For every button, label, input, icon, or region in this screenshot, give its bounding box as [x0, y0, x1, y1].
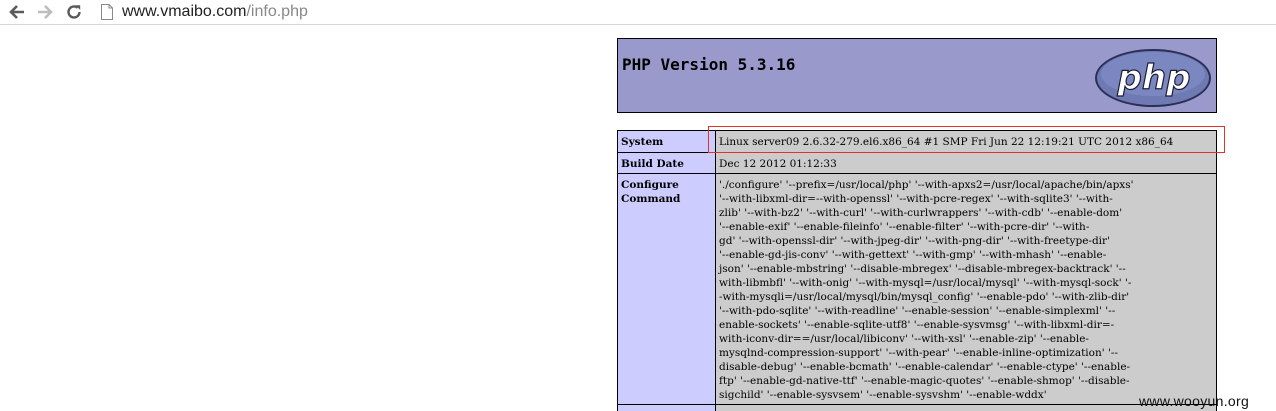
watermark: www.wooyun.org	[1139, 393, 1250, 409]
configure-label-line: Configure	[621, 179, 679, 191]
back-button[interactable]	[6, 1, 28, 23]
configure-line: with-iconv-dir==/usr/local/libiconv' '--…	[719, 333, 1089, 345]
url-domain: www.vmaibo.com	[122, 3, 247, 20]
address-bar[interactable]: www.vmaibo.com/info.php	[96, 1, 1276, 23]
build-date-value: Dec 12 2012 01:12:33	[715, 152, 1217, 174]
arrow-right-icon	[38, 5, 53, 19]
table-row-build-date: Build Date Dec 12 2012 01:12:33	[617, 152, 1217, 174]
configure-line: -with-mysqli=/usr/local/mysql/bin/mysql_…	[719, 291, 1130, 303]
partial-label-cell	[617, 404, 716, 411]
configure-line: '--with-libxml-dir=--with-openssl' '--wi…	[719, 193, 1113, 205]
configure-line: '--with-pdo-sqlite' '--with-readline' '-…	[719, 305, 1116, 317]
php-logo-text: php	[1117, 58, 1191, 98]
forward-button[interactable]	[34, 1, 56, 23]
configure-line: json' '--enable-mbstring' '--disable-mbr…	[719, 263, 1126, 275]
reload-button[interactable]	[63, 1, 85, 23]
configure-line: gd' '--with-openssl-dir' '--with-jpeg-di…	[719, 235, 1110, 247]
table-row-partial	[617, 404, 1217, 411]
configure-command-label: Configure Command	[617, 173, 716, 405]
configure-line: '--enable-exif' '--enable-fileinfo' '--e…	[719, 221, 1090, 233]
info-table: System Linux server09 2.6.32-279.el6.x86…	[617, 130, 1217, 405]
configure-line: '--enable-gd-jis-conv' '--with-gettext' …	[719, 249, 1107, 261]
browser-toolbar: www.vmaibo.com/info.php	[0, 0, 1276, 25]
page-icon	[101, 4, 113, 20]
page-title: PHP Version 5.3.16	[622, 55, 796, 74]
arrow-left-icon	[9, 5, 24, 19]
php-version-header: PHP Version 5.3.16 php	[617, 38, 1217, 113]
build-date-label: Build Date	[617, 152, 716, 174]
configure-line: ftp' '--enable-gd-native-ttf' '--enable-…	[719, 375, 1130, 387]
url-path: /info.php	[246, 3, 308, 20]
configure-line: mysqlnd-compression-support' '--with-pea…	[719, 347, 1118, 359]
table-row-configure-command: Configure Command './configure' '--prefi…	[617, 173, 1217, 405]
configure-command-value: './configure' '--prefix=/usr/local/php' …	[715, 173, 1217, 405]
reload-icon	[67, 5, 81, 19]
php-logo: php	[1095, 49, 1211, 107]
system-label: System	[617, 130, 716, 153]
configure-line: with-libmbfl' '--with-onig' '--with-mysq…	[719, 277, 1132, 289]
configure-line: enable-sockets' '--enable-sqlite-utf8' '…	[719, 319, 1115, 331]
configure-label-line: Command	[621, 193, 681, 205]
configure-line: zlib' '--with-bz2' '--with-curl' '--with…	[719, 207, 1123, 219]
configure-line: './configure' '--prefix=/usr/local/php' …	[719, 179, 1134, 191]
url-text: www.vmaibo.com/info.php	[122, 3, 308, 21]
highlight-annotation	[708, 126, 1225, 153]
configure-line: disable-debug' '--enable-bcmath' '--enab…	[719, 361, 1131, 373]
